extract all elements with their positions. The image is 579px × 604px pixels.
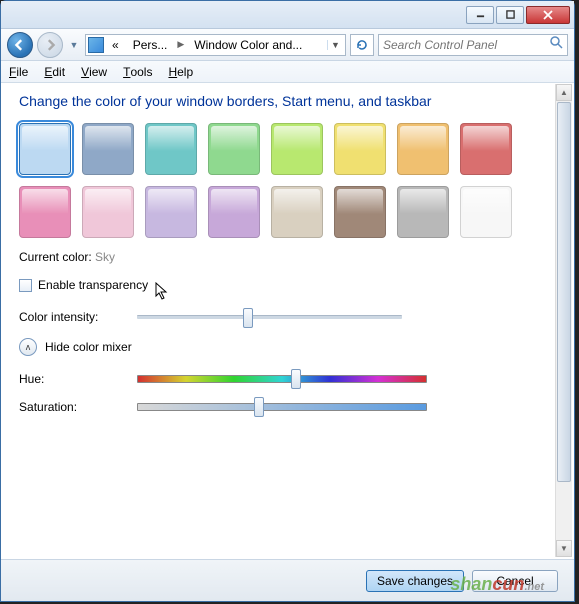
hue-slider[interactable] bbox=[137, 375, 427, 383]
color-swatch-sea[interactable] bbox=[145, 123, 197, 175]
saturation-thumb[interactable] bbox=[254, 397, 264, 417]
breadcrumb-bar[interactable]: « Pers... ▶ Window Color and... ▼ bbox=[85, 34, 346, 56]
content-area: Change the color of your window borders,… bbox=[1, 83, 574, 601]
collapse-mixer-button[interactable]: ʌ bbox=[19, 338, 37, 356]
search-input[interactable] bbox=[383, 38, 550, 52]
current-color-label: Current color: bbox=[19, 250, 92, 264]
page-heading: Change the color of your window borders,… bbox=[19, 93, 556, 109]
menu-bar: File Edit View Tools Help bbox=[1, 61, 574, 83]
breadcrumb-item1[interactable]: Pers... bbox=[127, 35, 174, 55]
cursor-icon bbox=[155, 282, 169, 300]
color-swatch-lime[interactable] bbox=[271, 123, 323, 175]
intensity-thumb[interactable] bbox=[243, 308, 253, 328]
color-swatch-lavender[interactable] bbox=[208, 186, 260, 238]
scroll-down-button[interactable]: ▼ bbox=[556, 540, 572, 557]
current-color-row: Current color: Sky bbox=[19, 250, 556, 264]
cancel-button[interactable]: Cancel bbox=[472, 570, 558, 592]
transparency-checkbox[interactable] bbox=[19, 279, 32, 292]
titlebar[interactable] bbox=[1, 1, 574, 29]
menu-view[interactable]: View bbox=[81, 65, 107, 79]
vertical-scrollbar[interactable]: ▲ ▼ bbox=[555, 84, 572, 557]
color-swatch-sky[interactable] bbox=[19, 123, 71, 175]
close-button[interactable] bbox=[526, 6, 570, 24]
menu-tools[interactable]: Tools bbox=[123, 65, 152, 79]
control-panel-icon bbox=[88, 37, 104, 53]
navigation-bar: ▼ « Pers... ▶ Window Color and... ▼ bbox=[1, 29, 574, 61]
hue-row: Hue: bbox=[19, 372, 556, 386]
menu-help[interactable]: Help bbox=[168, 65, 193, 79]
search-box[interactable] bbox=[378, 34, 568, 56]
color-swatch-sun[interactable] bbox=[334, 123, 386, 175]
chevron-right-icon: ▶ bbox=[175, 39, 186, 50]
intensity-slider[interactable] bbox=[137, 315, 402, 319]
color-swatch-frost[interactable] bbox=[460, 186, 512, 238]
color-swatch-violet[interactable] bbox=[145, 186, 197, 238]
color-swatches bbox=[19, 123, 556, 238]
intensity-label: Color intensity: bbox=[19, 310, 129, 324]
color-swatch-pumpkin[interactable] bbox=[397, 123, 449, 175]
current-color-value: Sky bbox=[95, 250, 115, 264]
hue-thumb[interactable] bbox=[291, 369, 301, 389]
save-changes-button[interactable]: Save changes bbox=[366, 570, 464, 592]
scroll-thumb[interactable] bbox=[557, 102, 571, 482]
back-button[interactable] bbox=[7, 32, 33, 58]
mixer-label[interactable]: Hide color mixer bbox=[45, 340, 132, 354]
breadcrumb-dropdown-icon[interactable]: ▼ bbox=[327, 40, 343, 50]
history-dropdown-icon[interactable]: ▼ bbox=[67, 35, 81, 55]
transparency-label[interactable]: Enable transparency bbox=[38, 278, 148, 292]
color-swatch-chocolate[interactable] bbox=[334, 186, 386, 238]
hue-label: Hue: bbox=[19, 372, 129, 386]
saturation-row: Saturation: bbox=[19, 400, 556, 414]
forward-button bbox=[37, 32, 63, 58]
color-swatch-twilight[interactable] bbox=[82, 123, 134, 175]
color-swatch-leaf[interactable] bbox=[208, 123, 260, 175]
color-swatch-taupe[interactable] bbox=[271, 186, 323, 238]
minimize-button[interactable] bbox=[466, 6, 494, 24]
saturation-slider[interactable] bbox=[137, 403, 427, 411]
window-frame: ▼ « Pers... ▶ Window Color and... ▼ File… bbox=[0, 0, 575, 602]
saturation-label: Saturation: bbox=[19, 400, 129, 414]
refresh-button[interactable] bbox=[350, 34, 374, 56]
search-icon[interactable] bbox=[550, 36, 563, 54]
color-swatch-ruby[interactable] bbox=[460, 123, 512, 175]
color-swatch-fuchsia[interactable] bbox=[19, 186, 71, 238]
color-swatch-blush[interactable] bbox=[82, 186, 134, 238]
chevron-up-icon: ʌ bbox=[26, 342, 31, 352]
mixer-toggle-row: ʌ Hide color mixer bbox=[19, 338, 556, 356]
intensity-row: Color intensity: bbox=[19, 310, 556, 324]
transparency-row: Enable transparency bbox=[19, 278, 556, 292]
maximize-button[interactable] bbox=[496, 6, 524, 24]
breadcrumb-item2[interactable]: Window Color and... bbox=[188, 35, 308, 55]
footer-bar: Save changes Cancel bbox=[1, 559, 574, 601]
scroll-up-button[interactable]: ▲ bbox=[556, 84, 572, 101]
menu-edit[interactable]: Edit bbox=[44, 65, 65, 79]
breadcrumb-prefix[interactable]: « bbox=[106, 35, 125, 55]
menu-file[interactable]: File bbox=[9, 65, 28, 79]
color-swatch-slate[interactable] bbox=[397, 186, 449, 238]
